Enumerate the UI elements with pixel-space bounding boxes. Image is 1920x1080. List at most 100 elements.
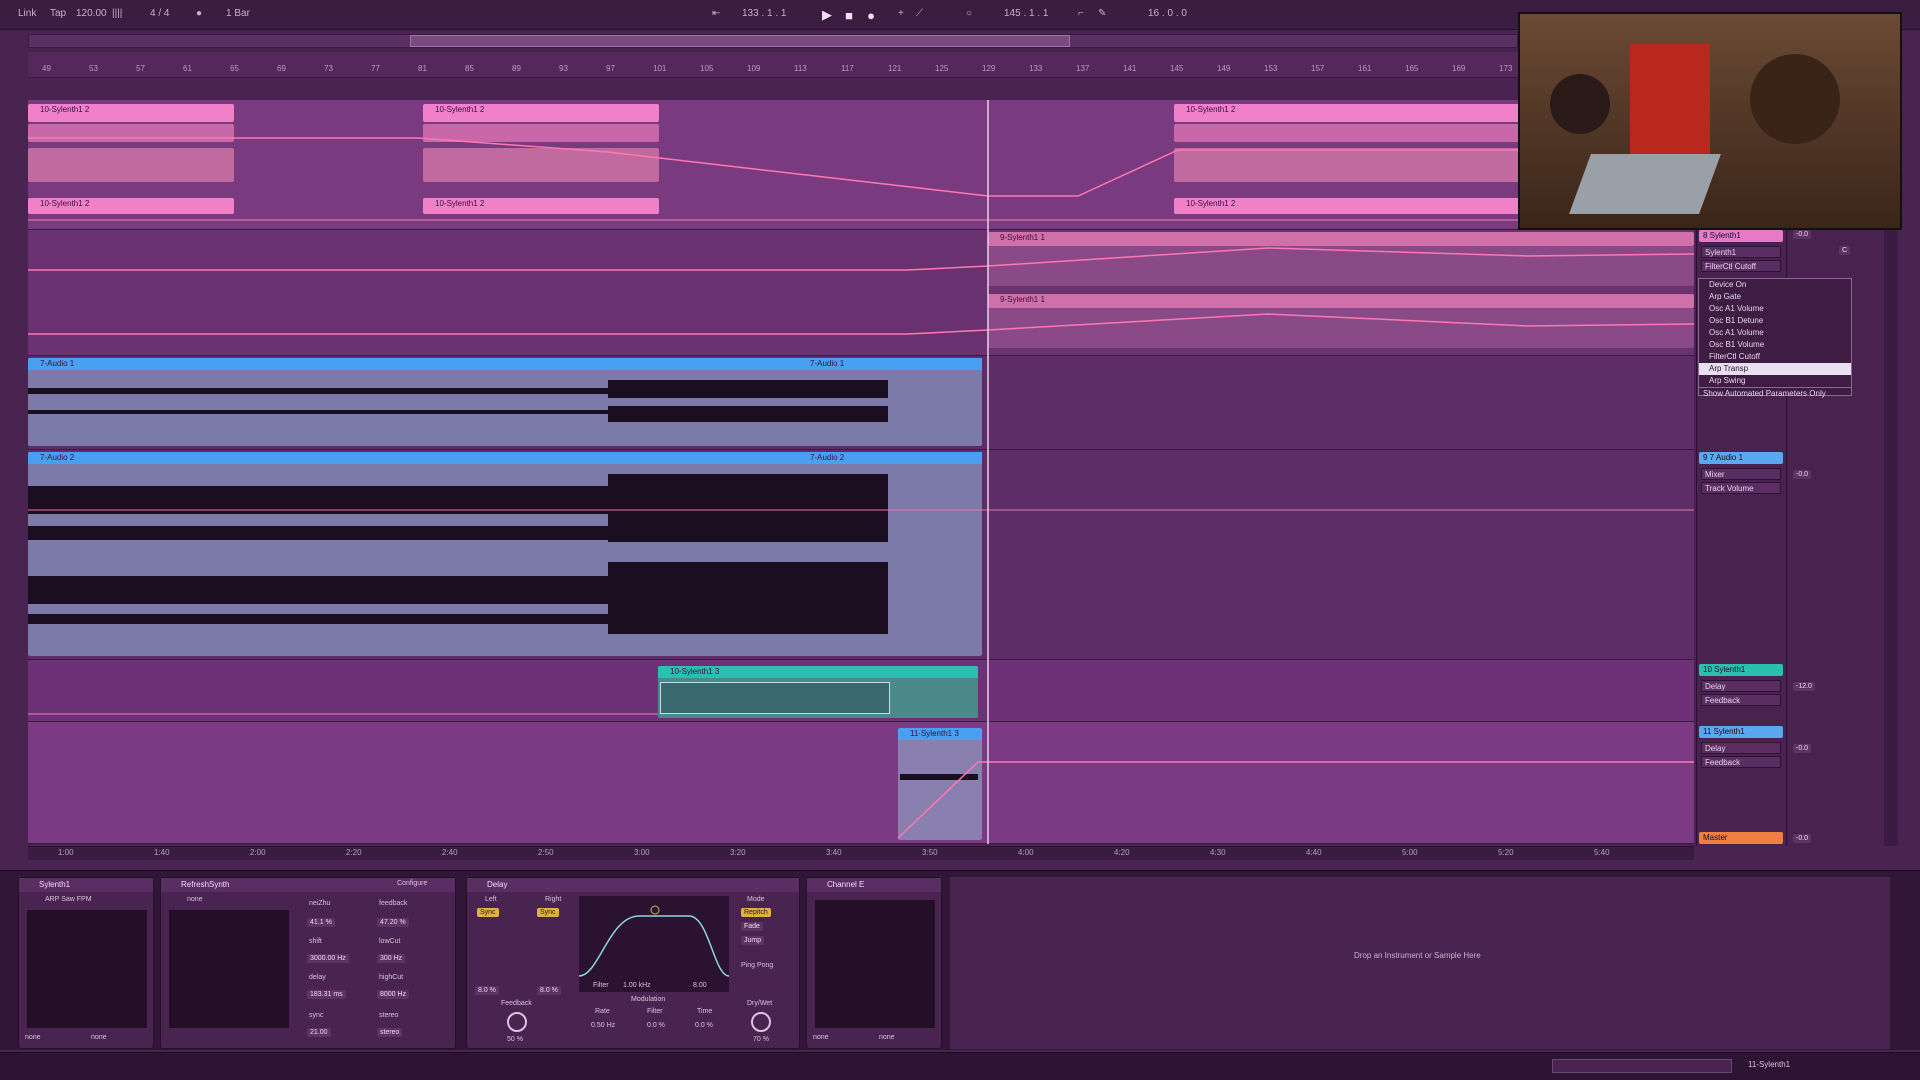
parameter-chooser[interactable]: FilterCtl Cutoff — [1701, 260, 1781, 272]
device-delay[interactable]: Delay Left Right Sync Sync 8.0 % 8.0 % F… — [466, 877, 800, 1049]
menu-item[interactable]: Arp Gate — [1699, 291, 1851, 303]
track-name-master[interactable]: Master — [1699, 832, 1783, 844]
menu-item[interactable]: Arp Swing — [1699, 375, 1851, 387]
volume-automation-line[interactable] — [28, 450, 1694, 660]
track-lane-synth2[interactable]: 10-Sylenth1 2 10-Sylenth1 2 10-Sylenth1 … — [28, 100, 1694, 230]
quantize-menu[interactable]: 1 Bar — [226, 8, 250, 19]
volume-field[interactable]: -12.0 — [1793, 682, 1815, 691]
device-sylenth1[interactable]: Sylenth1 ARP Saw FPM none none — [18, 877, 154, 1049]
metronome-icon[interactable]: ● — [196, 8, 202, 19]
tempo-nudge[interactable]: |||| — [112, 8, 122, 19]
param-value[interactable]: 300 Hz — [377, 954, 406, 963]
filter-width[interactable]: 8.00 — [693, 982, 707, 989]
playhead[interactable] — [987, 100, 989, 844]
sync-left-button[interactable]: Sync — [477, 908, 499, 917]
macro-chooser[interactable]: none — [25, 1034, 41, 1041]
audio-clip[interactable]: 7-Audio 1 — [28, 358, 982, 446]
automation-line[interactable] — [28, 100, 1694, 230]
feedback-knob[interactable] — [507, 1012, 527, 1032]
parameter-menu[interactable]: Device On Arp Gate Osc A1 Volume Osc B1 Det… — [1698, 278, 1852, 399]
automation-arm-icon[interactable]: ⟋ — [916, 8, 923, 19]
record-icon[interactable]: ● — [862, 6, 880, 24]
tap-tempo-button[interactable]: Tap — [50, 8, 66, 19]
play-icon[interactable]: ▶ — [818, 6, 836, 24]
fade-button[interactable]: Fade — [741, 922, 763, 931]
preset-name[interactable]: ARP Saw FPM — [45, 896, 92, 903]
time-ruler[interactable]: 1:00 1:40 2:00 2:20 2:40 2:50 3:00 3:20 3:40 3:50… — [28, 846, 1694, 860]
jump-button[interactable]: Jump — [741, 936, 765, 945]
filter-toggle[interactable]: Filter — [593, 982, 609, 989]
left-offset[interactable]: 8.0 % — [475, 986, 499, 995]
menu-item[interactable]: Device On — [1699, 279, 1851, 291]
parameter-chooser[interactable]: Feedback — [1701, 756, 1781, 768]
punch-icon[interactable]: ⌐ — [1078, 8, 1084, 19]
volume-field[interactable]: -0.0 — [1793, 230, 1812, 239]
parameter-chooser[interactable]: Feedback — [1701, 694, 1781, 706]
menu-item[interactable]: FilterCtl Cutoff — [1699, 351, 1851, 363]
automation-line[interactable] — [28, 660, 1694, 722]
track-lane-audio1[interactable]: 7-Audio 1 7-Audio 1 — [28, 356, 1694, 450]
repitch-button[interactable]: Repitch — [741, 908, 771, 917]
track-lane-audio2[interactable]: 7-Audio 2 7-Audio 2 — [28, 450, 1694, 660]
param-value[interactable]: stereo — [377, 1028, 403, 1037]
volume-field[interactable]: -0.0 — [1793, 744, 1812, 753]
macro-chooser[interactable]: none — [91, 1034, 107, 1041]
parameter-chooser[interactable]: Track Volume — [1701, 482, 1781, 494]
param-value[interactable]: 8000 Hz — [377, 990, 410, 999]
device-refresh[interactable]: RefreshSynth Configure none neiZhu 41.1 … — [160, 877, 456, 1049]
overview-viewport[interactable] — [410, 35, 1070, 47]
draw-mode-icon[interactable]: ✎ — [1098, 8, 1106, 19]
menu-item[interactable]: Show Automated Parameters Only — [1699, 387, 1851, 399]
macro-chooser[interactable]: none — [813, 1034, 829, 1041]
vertical-scrollbar[interactable] — [1884, 226, 1898, 846]
status-scroll[interactable] — [1552, 1059, 1732, 1073]
overdub-icon[interactable]: + — [898, 8, 904, 19]
device-chooser[interactable]: Mixer — [1701, 468, 1781, 480]
sync-right-button[interactable]: Sync — [537, 908, 559, 917]
track-lane-synth4[interactable]: 11-Sylenth1 3 — [28, 722, 1694, 844]
param-value[interactable]: 3000.00 Hz — [307, 954, 349, 963]
rate-value[interactable]: 0.50 Hz — [591, 1022, 615, 1029]
ping-pong-button[interactable]: Ping Pong — [741, 962, 773, 969]
time-value[interactable]: 0.0 % — [695, 1022, 713, 1029]
menu-item[interactable]: Arp Transp — [1699, 363, 1851, 375]
right-offset[interactable]: 8.0 % — [537, 986, 561, 995]
configure-button[interactable]: Configure — [397, 880, 427, 887]
automation-line[interactable] — [28, 230, 1694, 356]
track-lane-synth3[interactable]: 10-Sylenth1 3 — [28, 660, 1694, 722]
track-name-synth4[interactable]: 11 Sylenth1 — [1699, 726, 1783, 738]
tempo-field[interactable]: 120.00 — [76, 8, 107, 19]
link-button[interactable]: Link — [18, 8, 36, 19]
time-signature-field[interactable]: 4 / 4 — [150, 8, 169, 19]
beat-time-ruler[interactable]: 49 53 57 61 65 69 73 77 81 85 89 93 97 101 105 109 113 11… — [28, 52, 1518, 78]
menu-item[interactable]: Osc B1 Volume — [1699, 339, 1851, 351]
param-value[interactable]: 41.1 % — [307, 918, 335, 927]
preset-name[interactable]: none — [187, 896, 203, 903]
filter-display[interactable] — [578, 896, 730, 992]
filter-mod-value[interactable]: 0.0 % — [647, 1022, 665, 1029]
dry-wet-knob[interactable] — [751, 1012, 771, 1032]
track-lane-synth1[interactable]: 9-Sylenth1 1 9-Sylenth1 1 — [28, 230, 1694, 356]
track-name-synth1[interactable]: 8 Sylenth1 — [1699, 230, 1783, 242]
menu-item[interactable]: Osc A1 Volume — [1699, 303, 1851, 315]
filter-freq[interactable]: 1.00 kHz — [623, 982, 651, 989]
arrangement-view[interactable]: 10-Sylenth1 2 10-Sylenth1 2 10-Sylenth1 … — [28, 100, 1694, 844]
device-drop-area[interactable] — [950, 877, 1890, 1049]
stop-icon[interactable]: ■ — [840, 6, 858, 24]
track-name-audio1[interactable]: 9 7 Audio 1 — [1699, 452, 1783, 464]
device-chooser[interactable]: Sylenth1 — [1701, 246, 1781, 258]
master-volume-field[interactable]: -0.0 — [1793, 834, 1812, 843]
menu-item[interactable]: Osc B1 Detune — [1699, 315, 1851, 327]
arrangement-position-field[interactable]: 133 . 1 . 1 — [742, 8, 786, 19]
automation-line[interactable] — [28, 722, 1694, 844]
param-value[interactable]: 21.00 — [307, 1028, 331, 1037]
loop-icon[interactable]: ○ — [966, 8, 972, 19]
device-chooser[interactable]: Delay — [1701, 742, 1781, 754]
follow-icon[interactable]: ⇤ — [712, 8, 720, 19]
pan-field[interactable]: C — [1839, 246, 1851, 255]
macro-chooser[interactable]: none — [879, 1034, 895, 1041]
track-name-synth3[interactable]: 10 Sylenth1 — [1699, 664, 1783, 676]
device-channel[interactable]: Channel E none none — [806, 877, 942, 1049]
param-value[interactable]: 47.20 % — [377, 918, 409, 927]
device-chooser[interactable]: Delay — [1701, 680, 1781, 692]
